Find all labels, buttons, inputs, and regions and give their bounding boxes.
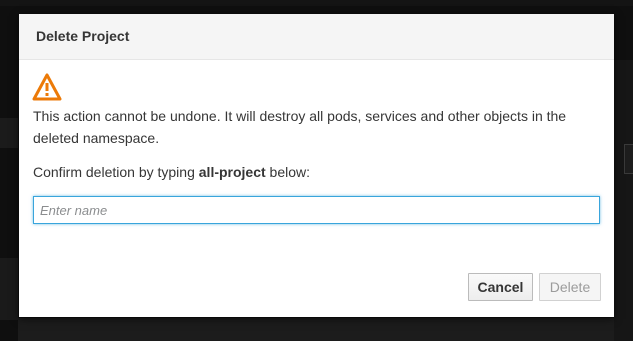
warning-triangle-icon: [32, 73, 62, 101]
background-footer: [18, 318, 614, 341]
background-button: [624, 144, 633, 174]
confirm-prefix: Confirm deletion by typing: [33, 164, 199, 180]
confirm-suffix: below:: [265, 164, 311, 180]
dialog-header: Delete Project: [19, 14, 614, 60]
cancel-button[interactable]: Cancel: [468, 273, 533, 301]
background-header: [0, 0, 633, 6]
warning-message: This action cannot be undone. It will de…: [33, 108, 567, 146]
project-name: all-project: [198, 164, 266, 180]
confirm-instruction: Confirm deletion by typing all-project b…: [33, 164, 310, 180]
delete-project-dialog: Delete Project This action cannot be und…: [19, 14, 614, 317]
background-sidebar-item: [0, 118, 18, 148]
background-content: [614, 60, 633, 341]
delete-button[interactable]: Delete: [539, 273, 601, 301]
dialog-title: Delete Project: [36, 28, 130, 44]
project-name-input[interactable]: [33, 196, 600, 224]
background-sidebar-item: [0, 258, 18, 320]
